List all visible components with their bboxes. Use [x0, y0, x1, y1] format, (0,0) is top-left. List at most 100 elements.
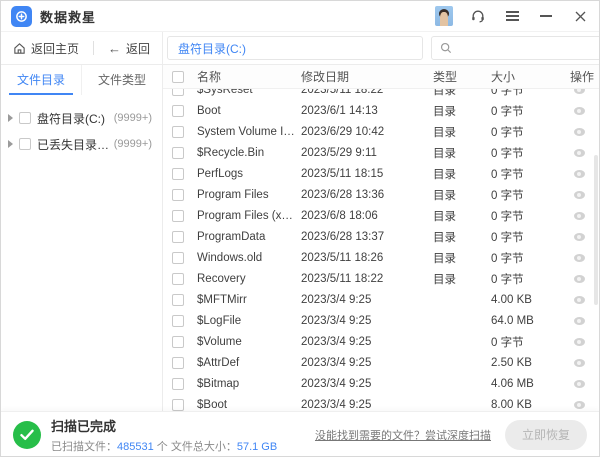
file-date: 2023/3/4 9:25	[301, 399, 433, 411]
table-row[interactable]: $Recycle.Bin2023/5/29 9:11目录0 字节	[163, 142, 599, 163]
back-arrow-icon: ←	[108, 41, 121, 56]
tree-item-drive-c[interactable]: 盘符目录(C:) (9999+)	[1, 105, 162, 131]
row-checkbox[interactable]	[172, 147, 184, 159]
row-checkbox[interactable]	[172, 168, 184, 180]
preview-eye-icon[interactable]	[574, 170, 585, 178]
table-row[interactable]: $Volume2023/3/4 9:250 字节	[163, 331, 599, 352]
recover-button[interactable]: 立即恢复	[505, 420, 587, 450]
breadcrumb[interactable]: 盘符目录(C:)	[167, 36, 423, 60]
table-row[interactable]: $LogFile2023/3/4 9:2564.0 MB	[163, 310, 599, 331]
home-button[interactable]: 返回主页	[13, 40, 79, 57]
file-date: 2023/3/4 9:25	[301, 357, 433, 369]
tree-checkbox[interactable]	[19, 138, 31, 150]
minimize-icon[interactable]	[537, 7, 555, 25]
preview-eye-icon[interactable]	[574, 191, 585, 199]
preview-eye-icon[interactable]	[574, 128, 585, 136]
table-row[interactable]: Boot2023/6/1 14:13目录0 字节	[163, 100, 599, 121]
file-date: 2023/3/4 9:25	[301, 378, 433, 390]
preview-eye-icon[interactable]	[574, 107, 585, 115]
close-icon[interactable]	[571, 7, 589, 25]
file-type: 目录	[433, 103, 491, 119]
expand-arrow-icon[interactable]	[8, 114, 13, 122]
file-date: 2023/3/4 9:25	[301, 294, 433, 306]
tab-file-type[interactable]: 文件类型	[81, 65, 162, 95]
row-checkbox[interactable]	[172, 315, 184, 327]
preview-eye-icon[interactable]	[574, 149, 585, 157]
preview-eye-icon[interactable]	[574, 275, 585, 283]
table-row[interactable]: $SysReset2023/5/11 18:22目录0 字节	[163, 89, 599, 100]
row-checkbox[interactable]	[172, 126, 184, 138]
table-row[interactable]: $Bitmap2023/3/4 9:254.06 MB	[163, 373, 599, 394]
table-row[interactable]: ProgramData2023/6/28 13:37目录0 字节	[163, 226, 599, 247]
table-row[interactable]: $MFTMirr2023/3/4 9:254.00 KB	[163, 289, 599, 310]
file-date: 2023/6/8 18:06	[301, 210, 433, 222]
directory-tree: 盘符目录(C:) (9999+) 已丢失目录的文件 (9999+)	[1, 95, 162, 157]
file-table: 名称 修改日期 类型 大小 操作 $SysReset2023/5/11 18:2…	[163, 65, 599, 411]
table-scrollbar[interactable]	[594, 155, 598, 305]
preview-eye-icon[interactable]	[574, 380, 585, 388]
column-header-action: 操作	[565, 68, 599, 85]
row-action-cell	[565, 380, 599, 388]
tree-item-lost-files[interactable]: 已丢失目录的文件 (9999+)	[1, 131, 162, 157]
file-name: Boot	[197, 105, 301, 117]
column-header-name[interactable]: 名称	[197, 68, 301, 85]
row-checkbox[interactable]	[172, 252, 184, 264]
file-type: 目录	[433, 208, 491, 224]
file-name: Program Files (x86)	[197, 210, 301, 222]
back-button[interactable]: ← 返回	[108, 40, 150, 57]
row-checkbox[interactable]	[172, 399, 184, 411]
preview-eye-icon[interactable]	[574, 212, 585, 220]
tree-item-count: (9999+)	[114, 138, 152, 150]
preview-eye-icon[interactable]	[574, 296, 585, 304]
row-action-cell	[565, 338, 599, 346]
table-row[interactable]: $AttrDef2023/3/4 9:252.50 KB	[163, 352, 599, 373]
row-checkbox[interactable]	[172, 105, 184, 117]
search-box[interactable]	[431, 36, 600, 60]
user-avatar[interactable]	[435, 6, 453, 26]
deep-scan-link[interactable]: 没能找到需要的文件？尝试深度扫描	[315, 427, 491, 443]
support-headset-icon[interactable]	[469, 7, 487, 25]
file-date: 2023/6/28 13:36	[301, 189, 433, 201]
preview-eye-icon[interactable]	[574, 359, 585, 367]
file-size: 0 字节	[491, 124, 565, 140]
select-all-checkbox[interactable]	[172, 71, 184, 83]
scan-status-title: 扫描已完成	[51, 416, 277, 435]
column-header-size[interactable]: 大小	[491, 68, 565, 85]
row-checkbox[interactable]	[172, 273, 184, 285]
row-checkbox[interactable]	[172, 189, 184, 201]
row-checkbox[interactable]	[172, 357, 184, 369]
table-row[interactable]: $Boot2023/3/4 9:258.00 KB	[163, 394, 599, 411]
row-checkbox[interactable]	[172, 231, 184, 243]
preview-eye-icon[interactable]	[574, 89, 585, 94]
table-row[interactable]: Program Files (x86)2023/6/8 18:06目录0 字节	[163, 205, 599, 226]
table-row[interactable]: System Volume Inf...2023/6/29 10:42目录0 字…	[163, 121, 599, 142]
tab-file-directory[interactable]: 文件目录	[1, 65, 81, 95]
column-header-date[interactable]: 修改日期	[301, 68, 433, 85]
preview-eye-icon[interactable]	[574, 254, 585, 262]
row-checkbox[interactable]	[172, 378, 184, 390]
sidebar: 文件目录 文件类型 盘符目录(C:) (9999+) 已丢失目录的文件 (999…	[1, 65, 163, 411]
row-checkbox[interactable]	[172, 89, 184, 96]
table-row[interactable]: PerfLogs2023/5/11 18:15目录0 字节	[163, 163, 599, 184]
table-row[interactable]: Program Files2023/6/28 13:36目录0 字节	[163, 184, 599, 205]
app-logo-icon	[11, 6, 32, 27]
preview-eye-icon[interactable]	[574, 401, 585, 409]
row-checkbox[interactable]	[172, 294, 184, 306]
table-row[interactable]: Windows.old2023/5/11 18:26目录0 字节	[163, 247, 599, 268]
expand-arrow-icon[interactable]	[8, 140, 13, 148]
tree-checkbox[interactable]	[19, 112, 31, 124]
file-type: 目录	[433, 145, 491, 161]
back-button-label: 返回	[126, 40, 150, 57]
table-row[interactable]: Recovery2023/5/11 18:22目录0 字节	[163, 268, 599, 289]
search-input[interactable]	[458, 41, 600, 55]
column-header-type[interactable]: 类型	[433, 68, 491, 85]
preview-eye-icon[interactable]	[574, 317, 585, 325]
menu-icon[interactable]	[503, 7, 521, 25]
file-date: 2023/5/11 18:26	[301, 252, 433, 264]
file-date: 2023/3/4 9:25	[301, 336, 433, 348]
row-checkbox[interactable]	[172, 336, 184, 348]
tree-item-label: 盘符目录(C:)	[37, 110, 110, 127]
preview-eye-icon[interactable]	[574, 233, 585, 241]
preview-eye-icon[interactable]	[574, 338, 585, 346]
row-checkbox[interactable]	[172, 210, 184, 222]
